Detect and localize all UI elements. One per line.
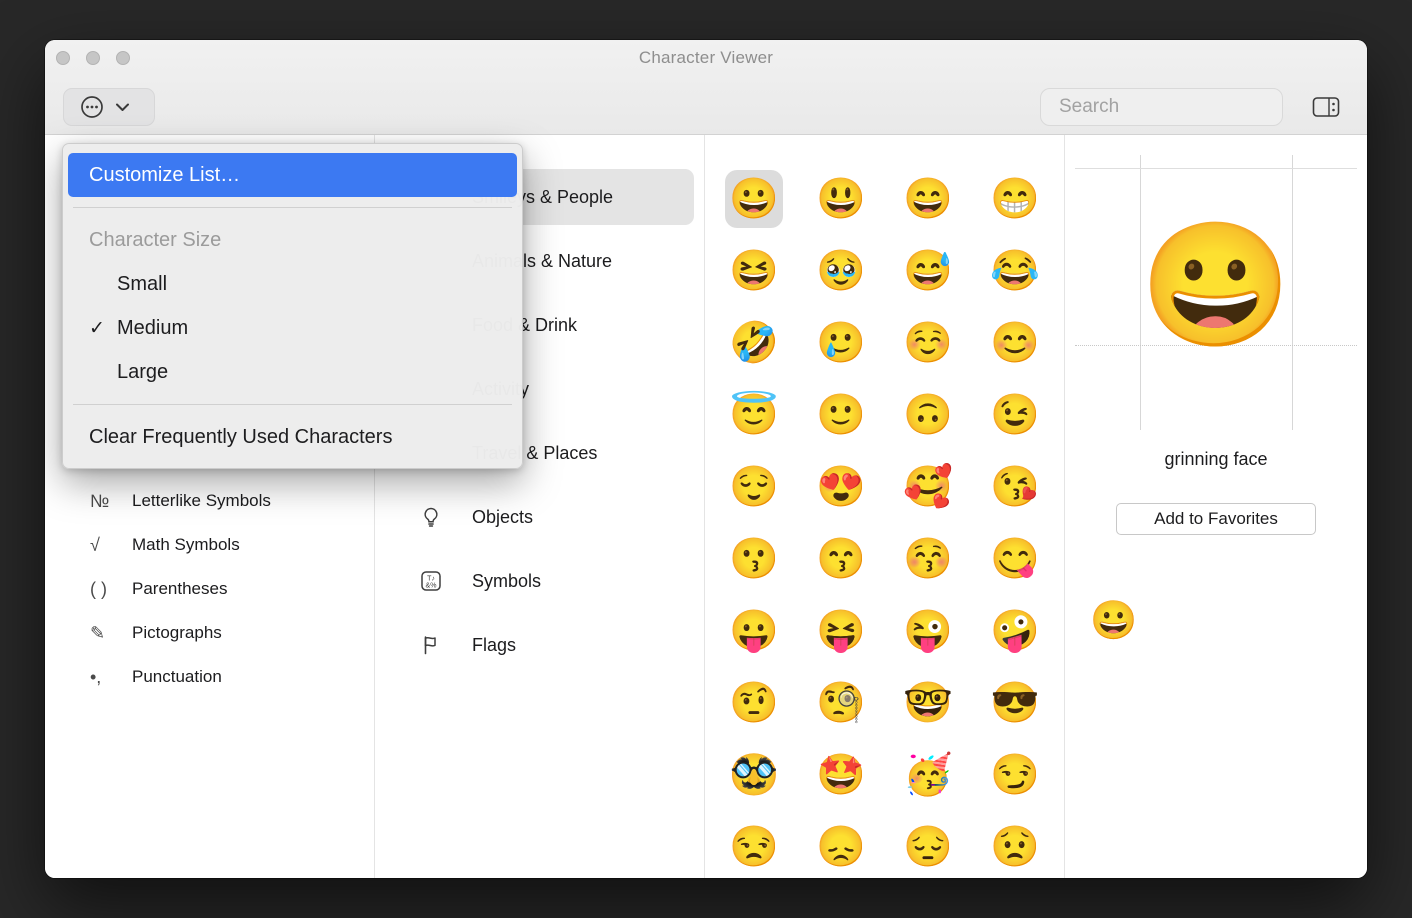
emoji-cell[interactable]: 😄	[899, 170, 957, 228]
emoji-cell[interactable]: 🧐	[812, 674, 870, 732]
sidebar-item-label: Math Symbols	[132, 535, 240, 555]
menu-item-label: Medium	[117, 317, 188, 340]
emoji-cell[interactable]: 😞	[812, 818, 870, 876]
emoji-cell[interactable]: 😅	[899, 242, 957, 300]
emoji-cell[interactable]: 🥲	[812, 314, 870, 372]
emoji-cell[interactable]: 😘	[986, 458, 1044, 516]
emoji-cell[interactable]: 😔	[899, 818, 957, 876]
sidebar-item-label: Letterlike Symbols	[132, 491, 271, 511]
emoji-cell[interactable]: 😛	[725, 602, 783, 660]
category-symbols[interactable]: T♪&%Symbols	[385, 553, 694, 609]
dropdown-menu: Customize List…Character SizeSmall✓Mediu…	[62, 143, 523, 469]
sidebar-item-punctuation[interactable]: •,Punctuation	[45, 655, 374, 699]
emoji-cell[interactable]: 😌	[725, 458, 783, 516]
emoji-cell[interactable]: 😍	[812, 458, 870, 516]
menu-item-customize-list[interactable]: Customize List…	[68, 153, 517, 197]
flag-icon	[420, 634, 472, 656]
character-palette-icon	[1312, 96, 1340, 118]
emoji-cell[interactable]: ☺️	[899, 314, 957, 372]
menu-item-medium[interactable]: ✓Medium	[68, 306, 517, 350]
letterlike-symbols-icon: №	[90, 491, 132, 512]
sidebar-item-pictographs[interactable]: ✎Pictographs	[45, 611, 374, 655]
metric-guide-top	[1075, 168, 1357, 169]
search-input[interactable]	[1059, 96, 1304, 118]
checkmark-icon: ✓	[89, 317, 117, 340]
emoji-cell[interactable]: 😀	[725, 170, 783, 228]
svg-text:&%: &%	[426, 583, 437, 590]
sidebar-item-letterlike-symbols[interactable]: №Letterlike Symbols	[45, 479, 374, 523]
emoji-cell[interactable]: 😉	[986, 386, 1044, 444]
emoji-cell[interactable]: 🤪	[986, 602, 1044, 660]
lightbulb-icon	[420, 506, 472, 528]
ellipsis-circle-icon	[79, 94, 139, 120]
emoji-cell[interactable]: 😆	[725, 242, 783, 300]
menu-item-small[interactable]: Small	[68, 262, 517, 306]
emoji-cell[interactable]: 😎	[986, 674, 1044, 732]
menu-item-large[interactable]: Large	[68, 350, 517, 394]
category-flags[interactable]: Flags	[385, 617, 694, 673]
emoji-cell[interactable]: 😂	[986, 242, 1044, 300]
chevron-down-icon	[117, 105, 128, 111]
category-objects[interactable]: Objects	[385, 489, 694, 545]
emoji-cell[interactable]: 🥰	[899, 458, 957, 516]
emoji-cell[interactable]: 🤩	[812, 746, 870, 804]
emoji-grid-column: 😀 😃 😄 😁 😆 🥹 😅 😂 🤣 🥲 ☺️ 😊 😇 🙂 🙃 😉 😌 😍 🥰 😘 😗 😙 😚 😋 😛 😝 😜 🤪 🤨 🧐 🤓 😎 🥸 🤩 🥳 😏 😒 😞 😔…	[705, 135, 1065, 878]
emoji-grid: 😀 😃 😄 😁 😆 🥹 😅 😂 🤣 🥲 ☺️ 😊 😇 🙂 🙃 😉 😌 😍 🥰 😘 😗 😙 😚 😋 😛 😝 😜 🤪 🤨 🧐 🤓 😎 🥸 🤩 🥳 😏 😒 😞 😔…	[705, 135, 1064, 876]
menu-section-header: Character Size	[63, 218, 522, 262]
sidebar-item-parentheses[interactable]: ( )Parentheses	[45, 567, 374, 611]
emoji-cell[interactable]: 😁	[986, 170, 1044, 228]
menu-item-clear-frequently-used-characters[interactable]: Clear Frequently Used Characters	[68, 415, 517, 459]
emoji-cell[interactable]: 🥳	[899, 746, 957, 804]
sidebar-item-label: Punctuation	[132, 667, 222, 687]
menu-item-label: Clear Frequently Used Characters	[89, 426, 392, 449]
svg-text:T♪: T♪	[427, 576, 435, 583]
search-field[interactable]	[1040, 88, 1283, 126]
parentheses-icon: ( )	[90, 579, 132, 600]
menu-separator	[73, 207, 512, 208]
menu-item-label: Customize List…	[89, 164, 240, 187]
emoji-cell[interactable]: 🥹	[812, 242, 870, 300]
menu-item-label: Small	[117, 273, 167, 296]
emoji-cell[interactable]: 🤨	[725, 674, 783, 732]
math-symbols-icon: √	[90, 535, 132, 556]
emoji-cell[interactable]: 😒	[725, 818, 783, 876]
preview-panel: 😀 grinning face Add to Favorites 😀	[1065, 135, 1367, 878]
sidebar-item-math-symbols[interactable]: √Math Symbols	[45, 523, 374, 567]
emoji-cell[interactable]: 😜	[899, 602, 957, 660]
menu-item-label: Large	[117, 361, 168, 384]
character-palette-toggle-button[interactable]	[1307, 92, 1345, 122]
preview-emoji: 😀	[1065, 220, 1367, 350]
category-label: Symbols	[472, 571, 541, 592]
emoji-cell[interactable]: 🙂	[812, 386, 870, 444]
character-name: grinning face	[1065, 449, 1367, 470]
emoji-cell[interactable]: 😙	[812, 530, 870, 588]
emoji-cell[interactable]: 😊	[986, 314, 1044, 372]
sidebar-item-label: Pictographs	[132, 623, 222, 643]
emoji-cell[interactable]: 😝	[812, 602, 870, 660]
pictographs-icon: ✎	[90, 623, 132, 644]
category-label: Flags	[472, 635, 516, 656]
titlebar: Character Viewer	[45, 40, 1367, 135]
emoji-cell[interactable]: 😃	[812, 170, 870, 228]
emoji-cell[interactable]: 😋	[986, 530, 1044, 588]
emoji-cell[interactable]: 🙃	[899, 386, 957, 444]
symbols-icon: T♪&%	[420, 570, 472, 592]
sidebar-item-label: Parentheses	[132, 579, 227, 599]
category-label: Objects	[472, 507, 533, 528]
menu-separator	[73, 404, 512, 405]
emoji-cell[interactable]: 🥸	[725, 746, 783, 804]
emoji-cell[interactable]: 🤓	[899, 674, 957, 732]
add-to-favorites-button[interactable]: Add to Favorites	[1116, 503, 1316, 535]
font-variant-emoji[interactable]: 😀	[1090, 597, 1138, 645]
window-title: Character Viewer	[45, 48, 1367, 68]
character-viewer-window: Character Viewer	[45, 40, 1367, 878]
emoji-cell[interactable]: 🤣	[725, 314, 783, 372]
punctuation-icon: •,	[90, 667, 132, 688]
emoji-cell[interactable]: 😏	[986, 746, 1044, 804]
emoji-cell[interactable]: 😗	[725, 530, 783, 588]
action-menu-button[interactable]	[63, 88, 155, 126]
emoji-cell[interactable]: 😟	[986, 818, 1044, 876]
emoji-cell[interactable]: 😚	[899, 530, 957, 588]
emoji-cell[interactable]: 😇	[725, 386, 783, 444]
